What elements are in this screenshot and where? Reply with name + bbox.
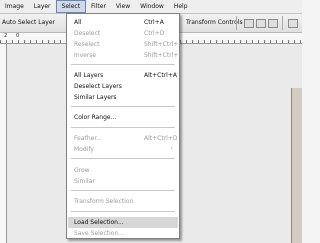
menu-separator <box>71 106 175 107</box>
menu-layer[interactable]: Layer <box>29 0 56 13</box>
menu-item-label: All <box>74 19 82 26</box>
submenu-arrow-icon: › <box>170 145 173 152</box>
menu-item-label: Load Selection... <box>74 219 124 226</box>
menu-help[interactable]: Help <box>169 0 193 13</box>
auto-select-label[interactable]: Auto Select Layer <box>2 19 55 26</box>
menu-item-label: Similar <box>74 178 95 185</box>
menu-separator <box>71 211 175 212</box>
menu-item-label: All Layers <box>74 72 104 79</box>
menu-item-label: Color Range... <box>74 114 117 121</box>
align-top-icon[interactable] <box>244 19 254 28</box>
menu-item-similar[interactable]: Similar <box>68 176 178 187</box>
menu-view[interactable]: View <box>111 0 135 13</box>
menu-item-deselect[interactable]: Deselect Ctrl+D <box>68 28 178 39</box>
menu-item-inverse[interactable]: Inverse Shift+Ctrl+I <box>68 50 181 61</box>
menu-item-shortcut: Shift+Ctrl+I <box>144 52 181 59</box>
menu-separator <box>71 158 175 159</box>
menu-item-label: Grow <box>74 167 90 174</box>
menu-item-deselect-layers[interactable]: Deselect Layers <box>68 81 178 92</box>
align-left-icon[interactable] <box>288 19 298 28</box>
select-dropdown-menu: All Ctrl+A Deselect Ctrl+D Reselect Shif… <box>66 13 183 239</box>
menu-item-label: Reselect <box>74 41 100 48</box>
align-middle-icon[interactable] <box>256 19 266 28</box>
align-bottom-icon[interactable] <box>268 19 278 28</box>
menu-item-label: Transform Selection <box>74 198 134 205</box>
menu-item-label: Similar Layers <box>74 94 117 101</box>
menu-item-label: Modify <box>74 146 94 153</box>
menu-item-label: Inverse <box>74 52 97 59</box>
menu-separator <box>71 127 175 128</box>
menu-item-label: Save Selection... <box>74 230 125 237</box>
menu-item-feather[interactable]: Feather... Alt+Ctrl+D <box>68 133 178 144</box>
menu-item-shortcut: Alt+Ctrl+D <box>144 135 178 142</box>
menu-image[interactable]: Image <box>0 0 29 13</box>
menu-item-modify[interactable]: Modify › <box>68 144 178 155</box>
menu-item-load-selection[interactable]: Load Selection... <box>68 217 178 228</box>
menu-item-save-selection[interactable]: Save Selection... <box>68 228 178 239</box>
transform-controls-label[interactable]: Transform Controls <box>186 19 243 26</box>
vertical-ruler <box>0 44 7 243</box>
menu-separator <box>71 64 175 65</box>
ruler-number: 0 <box>16 33 20 39</box>
menu-item-shortcut: Alt+Ctrl+A <box>144 72 177 79</box>
menu-item-reselect[interactable]: Reselect Shift+Ctrl+D <box>68 39 183 50</box>
menu-item-shortcut: Ctrl+D <box>144 30 165 37</box>
menu-item-shortcut: Ctrl+A <box>144 19 164 26</box>
options-divider <box>236 16 237 30</box>
menu-separator <box>71 190 175 191</box>
menu-item-all-layers[interactable]: All Layers Alt+Ctrl+A <box>68 70 178 81</box>
menu-item-color-range[interactable]: Color Range... <box>68 112 178 123</box>
menu-item-label: Deselect <box>74 30 101 37</box>
menu-item-label: Feather... <box>74 135 102 142</box>
menu-item-transform-selection[interactable]: Transform Selection <box>68 196 178 207</box>
menu-select[interactable]: Select <box>55 0 87 13</box>
menu-item-label: Deselect Layers <box>74 83 122 90</box>
menu-item-grow[interactable]: Grow <box>68 165 178 176</box>
menu-bar: Image Layer Select Filter View Window He… <box>0 0 302 14</box>
menu-item-similar-layers[interactable]: Similar Layers <box>68 92 178 103</box>
menu-filter[interactable]: Filter <box>86 0 111 13</box>
ruler-number: 2 <box>4 33 8 39</box>
document-edge <box>291 88 302 243</box>
menu-item-shortcut: Shift+Ctrl+D <box>144 41 183 48</box>
options-divider <box>282 16 283 30</box>
menu-window[interactable]: Window <box>135 0 169 13</box>
menu-item-all[interactable]: All Ctrl+A <box>68 17 178 28</box>
